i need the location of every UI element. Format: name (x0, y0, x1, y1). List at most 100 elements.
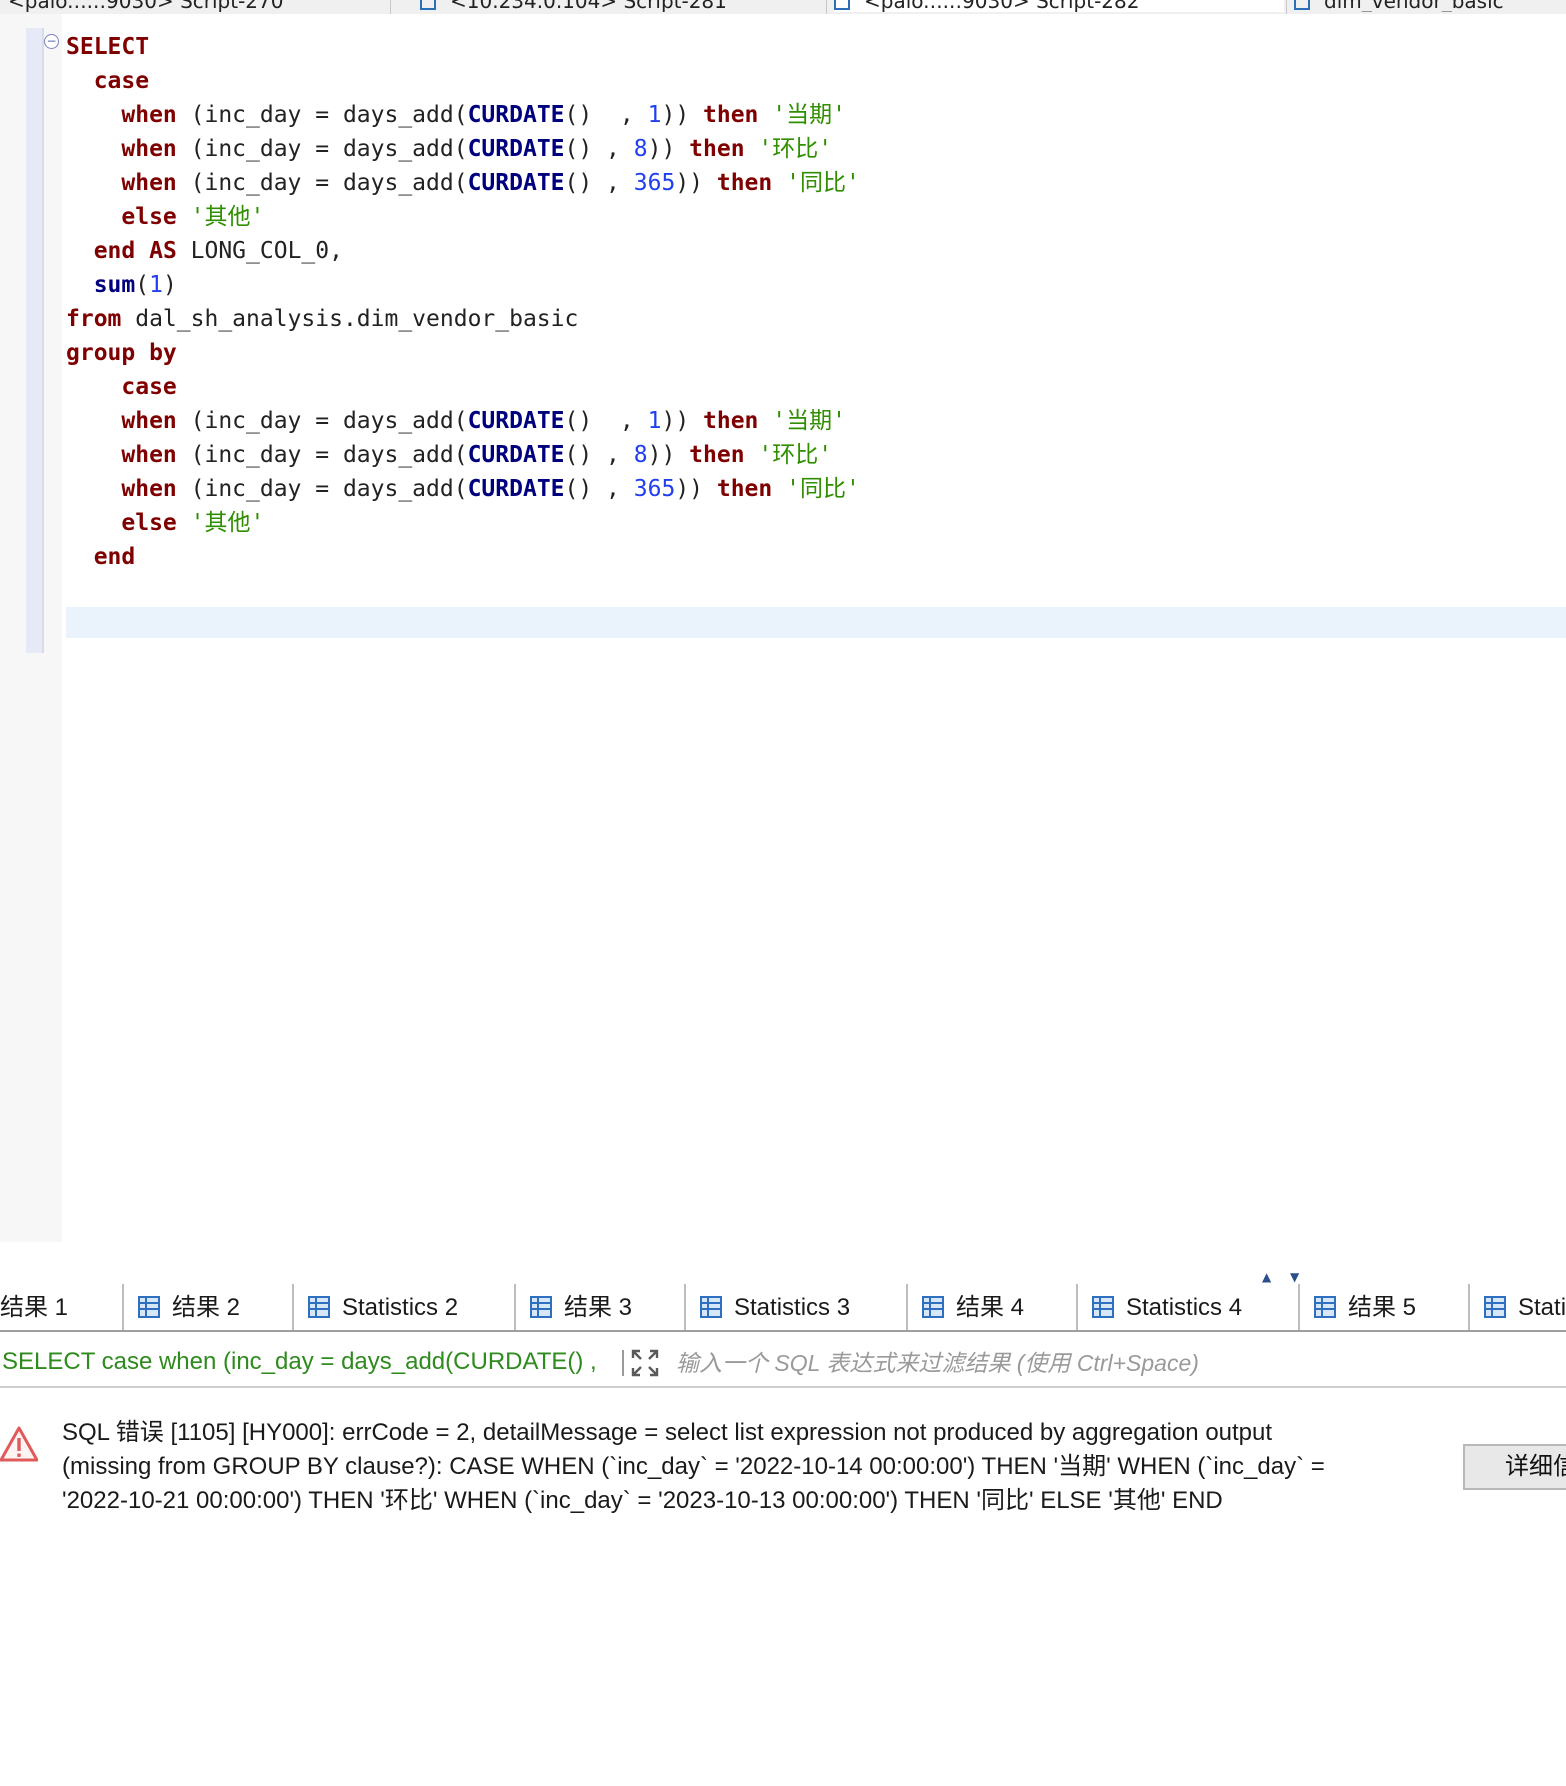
editor-tab-script-270[interactable]: <palo.:...:9030> Script-270 (8, 0, 358, 12)
tab-label: 结果 2 (172, 1294, 241, 1321)
sql-text: () , (564, 170, 634, 196)
code-line[interactable]: case (66, 64, 860, 98)
code-area[interactable]: SELECT case when (inc_day = days_add(CUR… (66, 30, 860, 574)
tab-statistics-4[interactable]: Statistics 4 (1078, 1284, 1300, 1330)
sql-keyword: end (93, 544, 136, 570)
editor-tab-script-281[interactable]: <10.234.0.104> Script-281 (420, 0, 820, 12)
expand-icon[interactable] (630, 1348, 660, 1378)
executed-query-text[interactable]: SELECT case when (inc_day = days_add(CUR… (2, 1338, 597, 1386)
current-line-highlight (66, 607, 1566, 638)
filter-divider (622, 1350, 624, 1376)
sql-text: (inc_day = days_add( (176, 408, 468, 434)
sql-string: '当期' (772, 408, 846, 434)
sql-string: '其他' (190, 204, 265, 230)
error-panel: SQL 错误 [1105] [HY000]: errCode = 2, deta… (0, 1392, 1566, 1786)
result-tab-bar: 结果 1 结果 2 Statistics 2 结果 3 Statistics 3… (0, 1284, 1566, 1332)
collapse-icon[interactable]: − (44, 34, 59, 49)
sql-string: '环比' (758, 442, 833, 468)
sql-function: sum (93, 272, 136, 298)
tab-statistics-3[interactable]: Statistics 3 (686, 1284, 908, 1330)
sql-keyword: then (703, 102, 759, 128)
sql-function: CURDATE (467, 170, 565, 196)
code-line[interactable]: sum(1) (66, 268, 860, 302)
sql-keyword: end AS (93, 238, 177, 264)
code-line[interactable]: else '其他' (66, 200, 860, 234)
sql-function: CURDATE (467, 408, 565, 434)
sql-keyword: then (716, 476, 773, 502)
editor-tab-label: dim_vendor_basic (1324, 0, 1504, 12)
tab-statistics-2[interactable]: Statistics 2 (294, 1284, 516, 1330)
sql-text: (inc_day = days_add( (176, 442, 468, 468)
tab-result-5[interactable]: 结果 5 (1300, 1284, 1470, 1330)
tab-label: Statistics 3 (734, 1294, 851, 1321)
grid-icon (700, 1296, 722, 1318)
sql-keyword: when (121, 442, 177, 468)
sql-number: 1 (149, 272, 163, 298)
sql-keyword: then (703, 408, 759, 434)
panel-resize-arrows: ▲ ▼ (1262, 1270, 1312, 1284)
tab-statistics-5[interactable]: Stati (1470, 1284, 1566, 1330)
details-button[interactable]: 详细信息 (1463, 1444, 1566, 1490)
code-line[interactable]: when (inc_day = days_add(CURDATE() , 1))… (66, 404, 860, 438)
tab-divider (826, 0, 827, 14)
error-message: SQL 错误 [1105] [HY000]: errCode = 2, deta… (62, 1419, 1325, 1514)
sql-number: 8 (633, 442, 648, 468)
code-line[interactable]: when (inc_day = days_add(CURDATE() , 365… (66, 166, 859, 200)
code-line[interactable]: end AS LONG_COL_0, (66, 234, 860, 268)
sql-string: '同比' (786, 476, 860, 502)
sql-text: dal_sh_analysis.dim_vendor_basic (121, 306, 579, 332)
sql-text: () , (564, 102, 648, 128)
tab-label: 结果 5 (1348, 1294, 1417, 1321)
sql-number: 1 (647, 102, 662, 128)
tab-result-1[interactable]: 结果 1 (0, 1284, 124, 1330)
tab-result-4[interactable]: 结果 4 (908, 1284, 1078, 1330)
sql-text: (inc_day = days_add( (176, 476, 468, 502)
maximize-panel-icon[interactable]: ▲ (1262, 1270, 1271, 1284)
tab-result-3[interactable]: 结果 3 (516, 1284, 686, 1330)
grid-icon (1484, 1296, 1506, 1318)
tab-label: Stati (1518, 1294, 1566, 1321)
sql-text: (inc_day = days_add( (176, 102, 468, 128)
sql-text: (inc_day = days_add( (176, 170, 468, 196)
editor-tab-bar: <palo.:...:9030> Script-270 <10.234.0.10… (0, 0, 1566, 15)
code-line[interactable]: SELECT (66, 30, 860, 64)
editor-tab-script-282[interactable]: <palo.:...:9030> Script-282 (834, 0, 1284, 12)
code-line[interactable]: when (inc_day = days_add(CURDATE() , 1))… (66, 98, 860, 132)
code-line[interactable]: else '其他' (66, 506, 860, 540)
sql-editor[interactable]: − SELECT case when (inc_day = days_add(C… (0, 14, 1566, 1242)
sql-keyword: else (121, 510, 177, 536)
sql-text: () , (564, 442, 634, 468)
code-line[interactable]: from dal_sh_analysis.dim_vendor_basic (66, 302, 860, 336)
sql-keyword: then (689, 442, 745, 468)
sql-string: '环比' (758, 136, 833, 162)
editor-tab-dim-vendor-basic[interactable]: dim_vendor_basic (1294, 0, 1566, 12)
sql-number: 8 (633, 136, 648, 162)
code-line[interactable]: case (66, 370, 860, 404)
sql-keyword: when (121, 170, 177, 196)
sql-keyword: then (689, 136, 745, 162)
sql-keyword: from (66, 306, 122, 332)
filter-expression-input[interactable] (674, 1342, 1558, 1384)
sql-text: )) (675, 476, 717, 502)
code-line[interactable]: when (inc_day = days_add(CURDATE() , 365… (66, 472, 860, 506)
code-line[interactable]: when (inc_day = days_add(CURDATE() , 8))… (66, 438, 860, 472)
tab-result-2[interactable]: 结果 2 (124, 1284, 294, 1330)
sql-keyword: when (121, 408, 177, 434)
code-line[interactable]: when (inc_day = days_add(CURDATE() , 8))… (66, 132, 860, 166)
code-line[interactable]: group by (66, 336, 860, 370)
code-line[interactable]: end (66, 540, 860, 574)
sql-text: )) (661, 102, 704, 128)
sql-keyword: when (121, 136, 177, 162)
minimize-panel-icon[interactable]: ▼ (1290, 1270, 1299, 1284)
editor-tab-label: <palo.:...:9030> Script-270 (8, 0, 284, 12)
